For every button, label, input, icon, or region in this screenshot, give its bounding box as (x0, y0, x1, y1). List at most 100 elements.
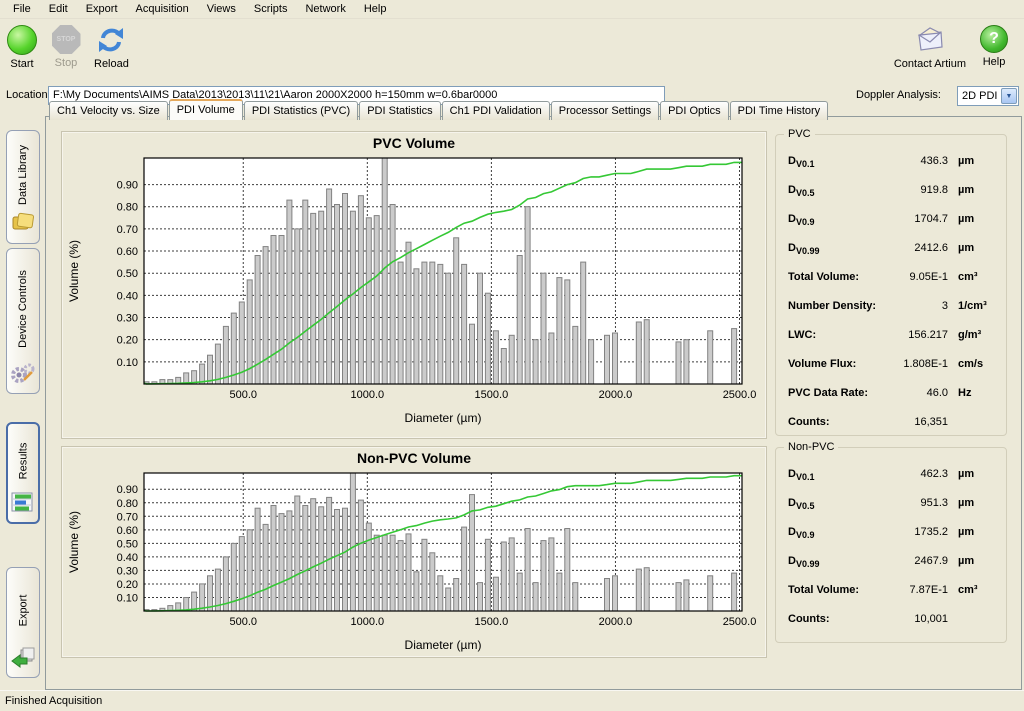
stat-value: 1.808E-1 (880, 358, 948, 370)
stat-value: 951.3 (880, 497, 948, 509)
svg-text:2500.0: 2500.0 (723, 616, 757, 628)
stat-row: DV0.992467.9µm (788, 555, 998, 584)
sidebar-item-results[interactable]: Results (6, 422, 40, 524)
menu-item-help[interactable]: Help (355, 1, 396, 17)
stat-label: DV0.9 (788, 526, 880, 540)
chevron-down-icon[interactable]: ▼ (1001, 88, 1017, 104)
stat-label: Total Volume: (788, 271, 880, 283)
svg-text:0.70: 0.70 (117, 224, 138, 236)
sidebar-item-data-library[interactable]: Data Library (6, 130, 40, 244)
help-label: Help (983, 56, 1006, 68)
menu-item-network[interactable]: Network (296, 1, 354, 17)
stat-value: 10,001 (880, 613, 948, 625)
stat-value: 7.87E-1 (880, 584, 948, 596)
stat-unit: µm (948, 213, 998, 225)
svg-text:0.30: 0.30 (117, 565, 138, 577)
stop-icon: STOP (52, 25, 81, 54)
stat-row: LWC:156.217g/m³ (788, 329, 998, 358)
sidebar-item-export[interactable]: Export (6, 567, 40, 678)
svg-text:0.10: 0.10 (117, 357, 138, 369)
nonpvc-stats-group: Non-PVC DV0.1462.3µmDV0.5951.3µmDV0.9173… (775, 447, 1007, 643)
stat-unit: cm³ (948, 271, 998, 283)
stat-row: DV0.91704.7µm (788, 213, 998, 242)
app-window: FileEditExportAcquisitionViewsScriptsNet… (0, 0, 1024, 711)
svg-text:0.50: 0.50 (117, 268, 138, 280)
stat-unit: µm (948, 468, 998, 480)
stat-label: DV0.99 (788, 242, 880, 256)
tab-pdi-time-history[interactable]: PDI Time History (730, 101, 829, 120)
svg-text:0.10: 0.10 (117, 592, 138, 604)
stat-row: DV0.992412.6µm (788, 242, 998, 271)
sidebar-item-device-controls[interactable]: Device Controls (6, 248, 40, 394)
svg-text:0.30: 0.30 (117, 313, 138, 325)
contact-artium-button[interactable]: Contact Artium (888, 19, 972, 70)
stat-row: DV0.1436.3µm (788, 155, 998, 184)
menu-item-export[interactable]: Export (77, 1, 127, 17)
svg-text:0.70: 0.70 (117, 511, 138, 523)
stat-label: DV0.1 (788, 155, 880, 169)
tab-strip: Ch1 Velocity vs. SizePDI VolumePDI Stati… (49, 99, 829, 120)
pvc-stats-legend: PVC (784, 128, 815, 140)
stat-label: Number Density: (788, 300, 880, 312)
contact-artium-label: Contact Artium (894, 58, 966, 70)
stat-unit: g/m³ (948, 329, 998, 341)
svg-text:0.80: 0.80 (117, 498, 138, 510)
tab-pdi-optics[interactable]: PDI Optics (660, 101, 729, 120)
doppler-analysis-select[interactable]: 2D PDI ▼ (957, 86, 1019, 106)
svg-text:500.0: 500.0 (229, 389, 257, 401)
reload-button[interactable]: Reload (88, 19, 135, 70)
svg-text:0.60: 0.60 (117, 246, 138, 258)
tab-panel-frame: Ch1 Velocity vs. SizePDI VolumePDI Stati… (45, 116, 1022, 690)
stat-value: 436.3 (880, 155, 948, 167)
stat-unit: µm (948, 555, 998, 567)
stat-unit: µm (948, 155, 998, 167)
stat-label: Counts: (788, 416, 880, 428)
stat-value: 9.05E-1 (880, 271, 948, 283)
stat-unit: µm (948, 526, 998, 538)
chart-icon (10, 490, 36, 517)
doppler-analysis-label: Doppler Analysis: (856, 89, 941, 101)
stat-row: Total Volume:9.05E-1cm³ (788, 271, 998, 300)
stat-label: PVC Data Rate: (788, 387, 880, 399)
stat-label: DV0.5 (788, 497, 880, 511)
svg-text:0.90: 0.90 (117, 484, 138, 496)
menu-item-views[interactable]: Views (198, 1, 245, 17)
export-icon (10, 645, 36, 672)
pvc-stats-group: PVC DV0.1436.3µmDV0.5919.8µmDV0.91704.7µ… (775, 134, 1007, 436)
stop-button[interactable]: STOP Stop (44, 19, 88, 69)
svg-text:0.20: 0.20 (117, 579, 138, 591)
sidebar: Data Library Device Controls Results Export (0, 114, 45, 690)
stat-label: Counts: (788, 613, 880, 625)
stat-row: DV0.1462.3µm (788, 468, 998, 497)
stat-row: DV0.5919.8µm (788, 184, 998, 213)
start-label: Start (10, 58, 33, 70)
start-button[interactable]: Start (0, 19, 44, 70)
pvc-chart-title: PVC Volume (62, 132, 766, 152)
svg-text:Volume (%): Volume (%) (67, 511, 81, 573)
stat-unit: µm (948, 184, 998, 196)
menu-item-scripts[interactable]: Scripts (245, 1, 297, 17)
stat-value: 2412.6 (880, 242, 948, 254)
stat-label: DV0.9 (788, 213, 880, 227)
stat-value: 2467.9 (880, 555, 948, 567)
folders-icon (10, 211, 36, 238)
tab-pdi-volume[interactable]: PDI Volume (169, 99, 243, 120)
svg-text:0.40: 0.40 (117, 290, 138, 302)
menu-item-file[interactable]: File (4, 1, 40, 17)
tab-ch1-pdi-validation[interactable]: Ch1 PDI Validation (442, 101, 550, 120)
svg-text:1500.0: 1500.0 (475, 616, 509, 628)
tab-pdi-statistics[interactable]: PDI Statistics (359, 101, 440, 120)
menu-item-edit[interactable]: Edit (40, 1, 77, 17)
tab-pdi-statistics-pvc-[interactable]: PDI Statistics (PVC) (244, 101, 358, 120)
status-bar: Finished Acquisition (0, 690, 1024, 711)
stat-value: 919.8 (880, 184, 948, 196)
svg-text:0.60: 0.60 (117, 525, 138, 537)
reload-icon (96, 25, 126, 55)
tab-ch1-velocity-vs-size[interactable]: Ch1 Velocity vs. Size (49, 101, 168, 120)
main-area: Data Library Device Controls Results Export… (0, 114, 1024, 690)
nonpvc-volume-chart-box: Non-PVC Volume 0.100.200.300.400.500.600… (61, 446, 767, 658)
menu-item-acquisition[interactable]: Acquisition (127, 1, 198, 17)
help-button[interactable]: ? Help (972, 19, 1016, 68)
envelope-icon (915, 25, 945, 55)
tab-processor-settings[interactable]: Processor Settings (551, 101, 659, 120)
